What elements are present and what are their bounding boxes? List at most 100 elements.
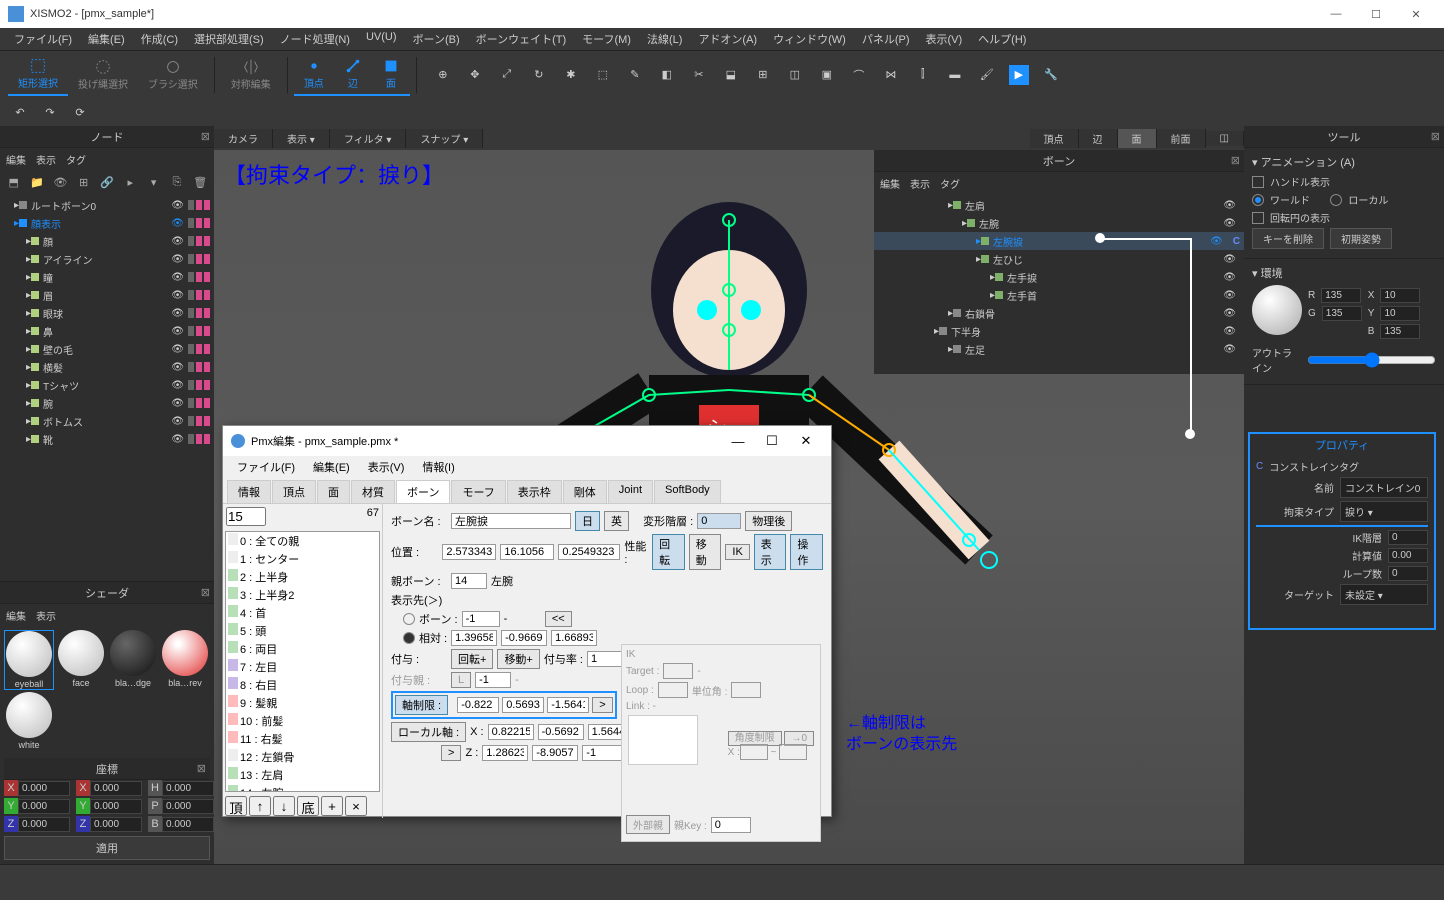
menu-help[interactable]: ヘルプ(H)	[970, 28, 1034, 50]
shader-sub-view[interactable]: 表示	[36, 608, 56, 623]
list-btn[interactable]: ↑	[249, 796, 271, 816]
symmetry-tool[interactable]: 対称編集	[221, 54, 281, 95]
pmx-list-item[interactable]: 1 : センター	[226, 550, 379, 568]
menu-view[interactable]: 表示(V)	[918, 28, 971, 50]
local-radio[interactable]	[1330, 194, 1342, 206]
weld-icon[interactable]: ⋈	[881, 65, 901, 85]
grant-move[interactable]: 移動+	[497, 649, 539, 669]
pmx-tab[interactable]: 表示枠	[507, 480, 562, 503]
list-btn[interactable]: ×	[345, 796, 367, 816]
env-g[interactable]	[1322, 306, 1362, 321]
init-pose-button[interactable]: 初期姿勢	[1330, 228, 1392, 249]
pmx-tab[interactable]: Joint	[608, 480, 653, 503]
pos-x[interactable]	[442, 544, 496, 560]
ext-parent-btn[interactable]: 外部親	[626, 815, 670, 834]
layer-row[interactable]: ▸ 鼻👁	[0, 322, 214, 340]
layer-row[interactable]: ▸ ボトムス👁	[0, 412, 214, 430]
pmx-list-item[interactable]: 8 : 右目	[226, 676, 379, 694]
paint-icon[interactable]: 🖌	[977, 65, 997, 85]
local-axis-toggle[interactable]: ローカル軸 :	[391, 722, 466, 742]
handle-checkbox[interactable]	[1252, 176, 1264, 188]
perf-display[interactable]: 表示	[754, 534, 787, 570]
play-icon[interactable]: ▶	[1009, 65, 1029, 85]
env-b[interactable]	[1380, 324, 1420, 339]
bone-row[interactable]: ▸ 下半身👁	[874, 322, 1244, 340]
panel-close-icon[interactable]: ⊠	[201, 130, 210, 143]
ik-layer-input[interactable]	[1388, 530, 1428, 545]
coord-z2[interactable]	[90, 817, 142, 832]
list-btn[interactable]: ↓	[273, 796, 295, 816]
pmx-list-item[interactable]: 0 : 全ての親	[226, 532, 379, 550]
constraint-type-dd[interactable]: 捩り ▾	[1340, 501, 1428, 522]
bone-sub-tag[interactable]: タグ	[940, 176, 960, 191]
local-z0[interactable]	[482, 745, 528, 761]
layer-row[interactable]: ▸ 靴👁	[0, 430, 214, 448]
pmx-tab[interactable]: 面	[317, 480, 350, 503]
vertex-mode[interactable]: 頂点	[294, 53, 334, 96]
trash-icon[interactable]: 🗑	[193, 174, 208, 190]
eye-icon[interactable]: 👁	[53, 174, 68, 190]
phys-after-button[interactable]: 物理後	[745, 511, 792, 531]
perf-move[interactable]: 移動	[689, 534, 722, 570]
move-icon[interactable]: ✥	[465, 65, 485, 85]
bone-name-input[interactable]	[451, 513, 571, 529]
lasso-select-tool[interactable]: 投げ縄選択	[68, 54, 138, 95]
shader-ball[interactable]: white	[4, 692, 54, 750]
node-sub-edit[interactable]: 編集	[6, 152, 26, 167]
bone-row[interactable]: ▸ 左ひじ👁	[874, 250, 1244, 268]
coord-y[interactable]	[18, 799, 70, 814]
pmx-tab[interactable]: 頂点	[272, 480, 316, 503]
node-sub-view[interactable]: 表示	[36, 152, 56, 167]
layer-row[interactable]: ▸ ルートボーン0👁	[0, 196, 214, 214]
axis-z[interactable]	[547, 697, 589, 713]
panel-close-icon[interactable]: ⊠	[1231, 154, 1240, 167]
menu-edit[interactable]: 編集(E)	[80, 28, 133, 50]
vp-display-dd[interactable]: 表示 ▾	[273, 129, 330, 148]
shader-ball[interactable]: face	[56, 630, 106, 690]
vp-mode-edge[interactable]: 辺	[1079, 129, 1118, 148]
inset-icon[interactable]: ▣	[817, 65, 837, 85]
shader-ball[interactable]: bla…rev	[160, 630, 210, 690]
vp-mode-vertex[interactable]: 頂点	[1030, 129, 1079, 148]
env-r[interactable]	[1321, 288, 1361, 303]
pmx-list-item[interactable]: 7 : 左目	[226, 658, 379, 676]
eraser-icon[interactable]: ◧	[657, 65, 677, 85]
calc-value-input[interactable]	[1388, 548, 1428, 563]
bone-row[interactable]: ▸ 左腕捩👁C	[874, 232, 1244, 250]
bone-sub-view[interactable]: 表示	[910, 176, 930, 191]
pos-z[interactable]	[558, 544, 620, 560]
deform-layer-input[interactable]	[697, 513, 741, 529]
parent-idx[interactable]	[451, 573, 487, 589]
delete-key-button[interactable]: キーを削除	[1252, 228, 1324, 249]
menu-normal[interactable]: 法線(L)	[639, 28, 690, 50]
coord-x2[interactable]	[90, 781, 142, 796]
pmx-list-item[interactable]: 10 : 前髪	[226, 712, 379, 730]
flatten-icon[interactable]: ▬	[945, 65, 965, 85]
redo-icon[interactable]: ↷	[40, 102, 60, 122]
pmx-menu-file[interactable]: ファイル(F)	[229, 456, 303, 478]
disp-rel-radio[interactable]	[403, 632, 415, 644]
rect-select-tool[interactable]: 矩形選択	[8, 53, 68, 96]
node-sub-tag[interactable]: タグ	[66, 152, 86, 167]
bone-row[interactable]: ▸ 右鎖骨👁	[874, 304, 1244, 322]
pmx-list-item[interactable]: 2 : 上半身	[226, 568, 379, 586]
layer-row[interactable]: ▸ 眉👁	[0, 286, 214, 304]
copy-icon[interactable]: ⎘	[169, 174, 184, 190]
env-x[interactable]	[1380, 288, 1420, 303]
env-y[interactable]	[1380, 306, 1420, 321]
pmx-tab[interactable]: ボーン	[396, 480, 450, 503]
layer-row[interactable]: ▸ 横髪👁	[0, 358, 214, 376]
pmx-menu-edit[interactable]: 編集(E)	[305, 456, 358, 478]
collapse-icon[interactable]: ▾	[146, 174, 161, 190]
perf-rotate[interactable]: 回転	[652, 534, 685, 570]
pmx-list-item[interactable]: 12 : 左鎖骨	[226, 748, 379, 766]
outline-slider[interactable]	[1307, 352, 1436, 368]
coord-b[interactable]	[162, 817, 214, 832]
shader-ball[interactable]: bla…dge	[108, 630, 158, 690]
pmx-tab[interactable]: 材質	[351, 480, 395, 503]
shader-sub-edit[interactable]: 編集	[6, 608, 26, 623]
coord-p[interactable]	[162, 799, 214, 814]
minimize-button[interactable]: —	[1316, 8, 1356, 20]
coord-h[interactable]	[162, 781, 214, 796]
axis-x[interactable]	[457, 697, 499, 713]
